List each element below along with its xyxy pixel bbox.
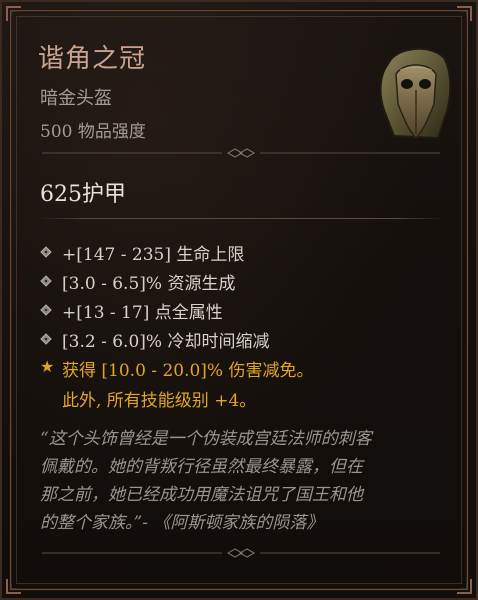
flavor-line: 佩戴的。她的背叛行径虽然最终暴露，但在 [40,457,363,477]
flavor-line: 的整个家族。”- 《阿斯顿家族的陨落》 [40,513,324,533]
affix-line: +[13 - 17] 点全属性 [62,303,223,323]
armor-value: 625护甲 [40,182,126,207]
footer-divider [42,548,440,558]
item-tooltip: 谐角之冠 暗金头盔 500 物品强度 625护甲 +[147 - 235] 生命… [0,0,478,600]
flavor-line: “这个头饰曾经是一个伪装成宫廷法师的刺客 [40,429,372,449]
item-power: 500 物品强度 [40,122,146,142]
unique-power-line: 获得 [10.0 - 20.0]% 伤害减免。 [62,361,314,381]
plague-mask-helm-icon [379,47,452,140]
frame-corner-ornament [6,578,22,594]
item-name: 谐角之冠 [38,44,147,74]
affix-line: [3.0 - 6.5]% 资源生成 [62,274,236,294]
star-icon: ★ [40,357,55,376]
flavor-text: “这个头饰曾经是一个伪装成宫廷法师的刺客 佩戴的。她的背叛行径虽然最终暴露，但在… [40,425,450,537]
item-type: 暗金头盔 [40,88,112,109]
affix-line: [3.2 - 6.0]% 冷却时间缩减 [62,332,270,352]
affix-line: +[147 - 235] 生命上限 [62,245,245,265]
frame-corner-ornament [456,578,472,594]
flavor-line: 那之前，她已经成功用魔法诅咒了国王和他 [40,485,363,505]
header-divider [42,148,440,158]
stats-divider [38,218,444,219]
unique-power-line: 此外, 所有技能级别 +4。 [62,391,257,411]
frame-corner-ornament [456,6,472,22]
frame-corner-ornament [6,6,22,22]
